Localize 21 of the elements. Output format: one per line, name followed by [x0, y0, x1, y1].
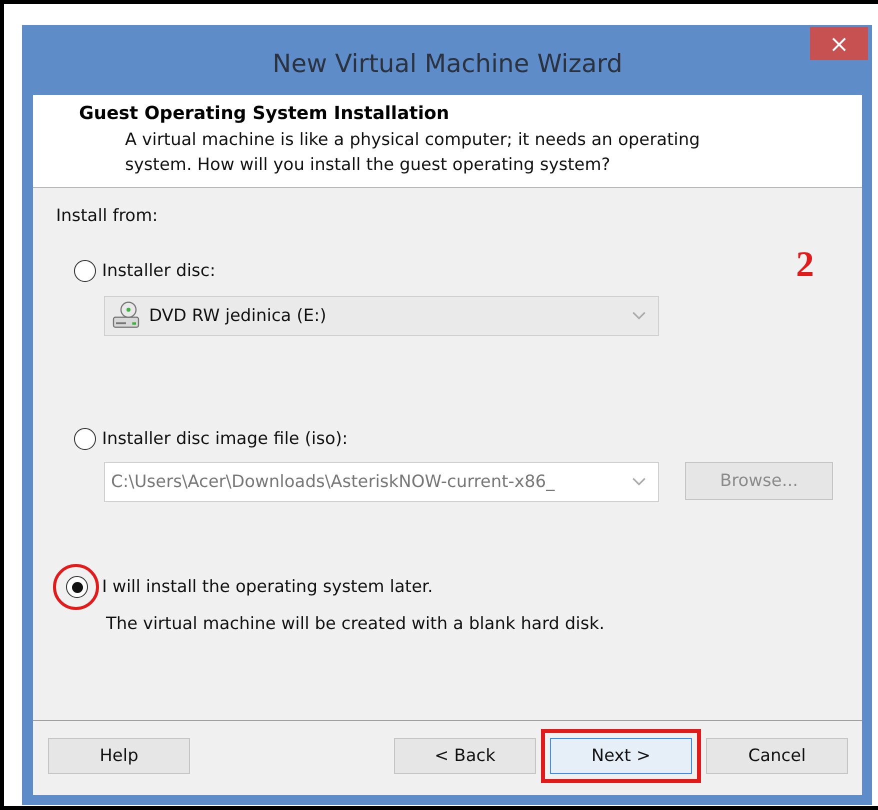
dialog-button[interactable]: < Back — [394, 738, 536, 774]
dialog-button[interactable]: Next > — [550, 738, 692, 774]
radio-button[interactable] — [66, 576, 88, 598]
section-description: A virtual machine is like a physical computer; it needs an operating system. How will you install the guest operating system? — [125, 129, 701, 177]
dialog-button[interactable]: Help — [48, 738, 190, 774]
window-title: New Virtual Machine Wizard — [272, 48, 622, 78]
disc-drive-icon — [111, 301, 141, 331]
chevron-down-icon — [632, 311, 646, 321]
drive-dropdown[interactable]: DVD RW jedinica (E:) — [104, 296, 659, 336]
annotation-number: 2 — [796, 246, 814, 282]
radio-label[interactable]: I will install the operating system later. — [102, 577, 433, 597]
dialog-button[interactable]: Cancel — [706, 738, 848, 774]
radio-button[interactable] — [74, 260, 96, 282]
radio-label[interactable]: Installer disc: — [102, 261, 216, 281]
chevron-down-icon — [632, 477, 646, 487]
radio-button[interactable] — [74, 428, 96, 450]
radio-label[interactable]: Installer disc image file (iso): — [102, 429, 348, 449]
close-button[interactable]: × — [810, 27, 868, 60]
option-note: The virtual machine will be created with a blank hard disk. — [106, 614, 604, 634]
install-from-label: Install from: — [56, 206, 158, 226]
section-title: Guest Operating System Installation — [79, 103, 450, 124]
